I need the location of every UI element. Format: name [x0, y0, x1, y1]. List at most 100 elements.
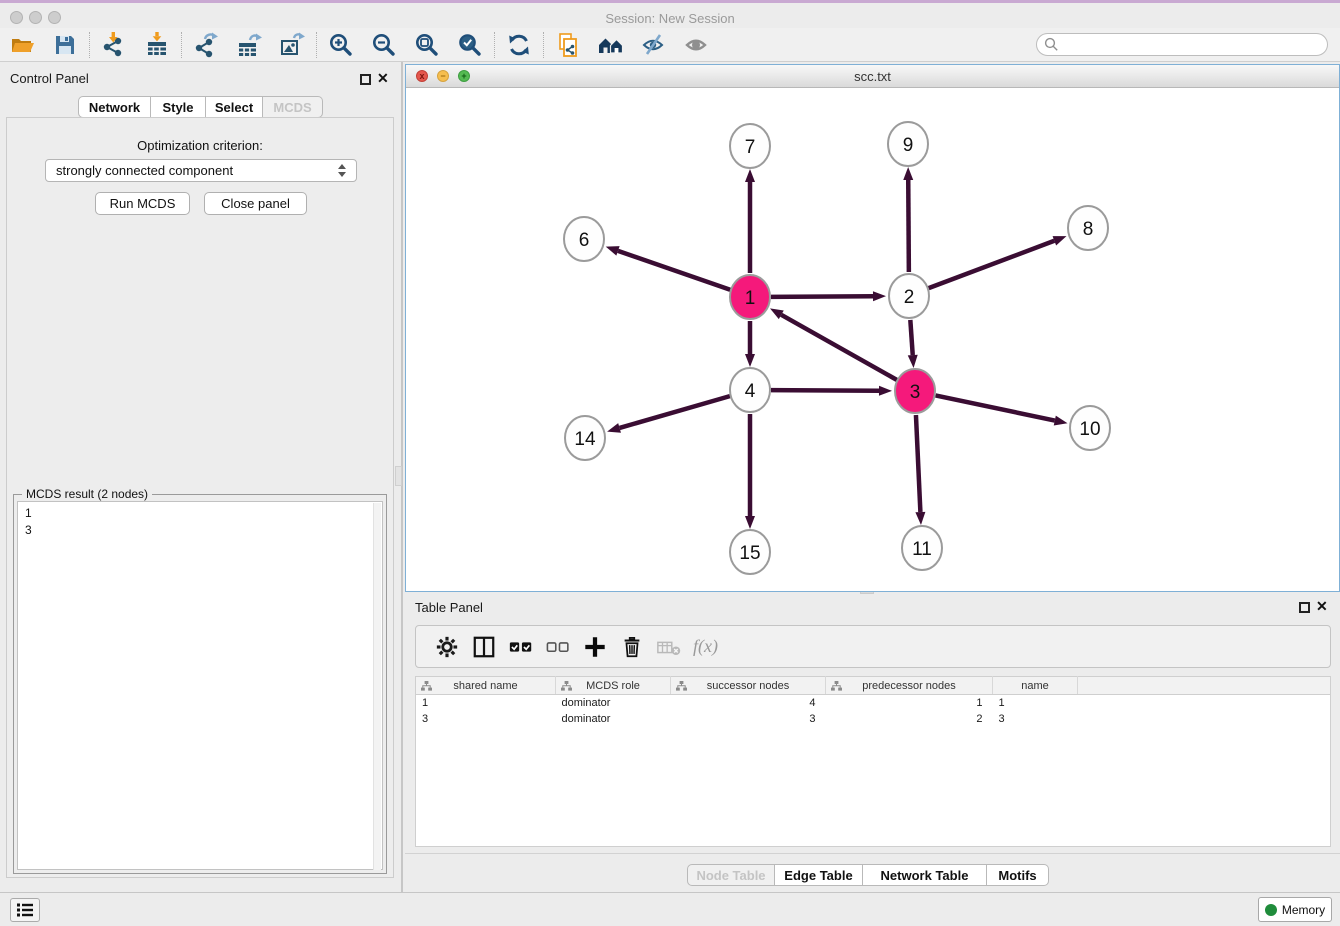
- mcds-result-textarea[interactable]: 1 3: [17, 501, 383, 870]
- table-panel-close-button[interactable]: ✕: [1316, 601, 1328, 612]
- graph-edge-3-10[interactable]: [936, 395, 1055, 420]
- node-table: shared name MCDS role successor nodes pr…: [415, 676, 1331, 847]
- float-icon: [1299, 602, 1310, 613]
- network-window-titlebar[interactable]: x − + scc.txt: [406, 65, 1339, 88]
- delete-column-button[interactable]: [613, 630, 650, 664]
- zoom-selected-button[interactable]: [453, 30, 487, 60]
- new-network-document-icon: [555, 32, 581, 58]
- deselect-all-columns-button[interactable]: [539, 630, 576, 664]
- graph-edge-2-3[interactable]: [910, 320, 912, 355]
- tab-mcds[interactable]: MCDS: [263, 96, 323, 118]
- unchecked-boxes-icon: [545, 635, 571, 659]
- new-network-from-selection-button[interactable]: [551, 30, 585, 60]
- zoom-out-button[interactable]: [367, 30, 401, 60]
- optimization-criterion-label: Optimization criterion:: [7, 138, 393, 153]
- column-header-name[interactable]: name: [993, 677, 1078, 695]
- zoom-fit-button[interactable]: [410, 30, 444, 60]
- add-column-button[interactable]: [576, 630, 613, 664]
- column-header-shared-name[interactable]: shared name: [416, 677, 556, 695]
- graph-edge-3-1[interactable]: [781, 315, 896, 380]
- tab-node-table[interactable]: Node Table: [687, 864, 775, 886]
- graph-node-label: 11: [912, 539, 932, 560]
- graph-node-label: 9: [903, 135, 914, 156]
- refresh-icon: [506, 32, 532, 58]
- eye-icon: [684, 32, 710, 58]
- graph-edge-arrowhead: [1054, 416, 1068, 426]
- control-panel-float-button[interactable]: [360, 74, 371, 85]
- search-input[interactable]: [1036, 33, 1328, 56]
- mcds-result-group: MCDS result (2 nodes) 1 3: [13, 494, 387, 874]
- network-graph[interactable]: 7968124314101511: [406, 88, 1339, 591]
- graph-edge-4-3[interactable]: [771, 390, 879, 391]
- open-session-button[interactable]: [5, 30, 39, 60]
- control-panel-close-button[interactable]: ✕: [377, 73, 389, 84]
- toggle-panels-button[interactable]: [465, 630, 502, 664]
- graph-edge-2-8[interactable]: [929, 241, 1055, 288]
- table-settings-button[interactable]: [428, 630, 465, 664]
- graph-node-label: 2: [904, 287, 915, 308]
- graph-edge-2-9[interactable]: [908, 180, 909, 272]
- delete-table-button[interactable]: [650, 630, 687, 664]
- import-network-icon: [101, 32, 127, 58]
- graph-edge-1-2[interactable]: [771, 296, 873, 297]
- network-window-title: scc.txt: [406, 69, 1339, 84]
- import-network-button[interactable]: [97, 30, 131, 60]
- delete-table-icon: [656, 635, 682, 659]
- criterion-dropdown-value: strongly connected component: [56, 163, 233, 178]
- tab-select[interactable]: Select: [206, 96, 263, 118]
- tree-icon: [831, 681, 842, 691]
- vertical-splitter-grip[interactable]: [395, 466, 402, 486]
- graph-edge-arrowhead: [606, 246, 620, 255]
- show-all-button[interactable]: [680, 30, 714, 60]
- tab-network[interactable]: Network: [78, 96, 151, 118]
- graph-edge-arrowhead: [745, 169, 755, 182]
- save-session-button[interactable]: [48, 30, 82, 60]
- column-header-successor-nodes[interactable]: successor nodes: [671, 677, 826, 695]
- result-line: 1: [25, 505, 382, 522]
- mcds-result-legend: MCDS result (2 nodes): [22, 487, 152, 501]
- tree-icon: [561, 681, 572, 691]
- hide-selected-button[interactable]: [637, 30, 671, 60]
- table-panel-float-button[interactable]: [1299, 602, 1310, 613]
- column-header-predecessor-nodes[interactable]: predecessor nodes: [826, 677, 993, 695]
- close-panel-button[interactable]: Close panel: [204, 192, 307, 215]
- select-all-columns-button[interactable]: [502, 630, 539, 664]
- criterion-dropdown[interactable]: strongly connected component: [45, 159, 357, 182]
- export-table-button[interactable]: [232, 30, 266, 60]
- zoom-fit-icon: [414, 32, 440, 58]
- graph-edge-3-11[interactable]: [916, 415, 920, 512]
- table-row[interactable]: 3 dominator 3 2 3: [416, 711, 1331, 727]
- tab-style[interactable]: Style: [151, 96, 206, 118]
- toolbar-separator: [494, 32, 495, 58]
- list-icon: [16, 902, 34, 918]
- column-header-mcds-role[interactable]: MCDS role: [556, 677, 671, 695]
- table-row[interactable]: 1 dominator 4 1 1: [416, 695, 1331, 711]
- result-scrollbar[interactable]: [373, 503, 381, 870]
- run-mcds-button[interactable]: Run MCDS: [95, 192, 190, 215]
- graph-edge-arrowhead: [607, 423, 621, 433]
- nested-networks-button[interactable]: [594, 30, 628, 60]
- import-table-button[interactable]: [140, 30, 174, 60]
- export-image-button[interactable]: [275, 30, 309, 60]
- graph-edge-4-14[interactable]: [620, 396, 730, 428]
- graph-node-label: 4: [745, 381, 756, 402]
- graph-edge-arrowhead: [1053, 236, 1067, 245]
- zoom-in-button[interactable]: [324, 30, 358, 60]
- function-builder-button[interactable]: f(x): [687, 630, 724, 664]
- memory-label: Memory: [1282, 903, 1325, 917]
- graph-node-label: 7: [745, 137, 756, 158]
- toolbar-separator: [89, 32, 90, 58]
- graph-edge-1-6[interactable]: [618, 251, 730, 290]
- tab-network-table[interactable]: Network Table: [863, 864, 987, 886]
- open-folder-icon: [9, 32, 35, 58]
- graph-edge-arrowhead: [915, 512, 925, 525]
- tab-edge-table[interactable]: Edge Table: [775, 864, 863, 886]
- apply-layout-button[interactable]: [502, 30, 536, 60]
- memory-button[interactable]: Memory: [1258, 897, 1332, 922]
- gear-icon: [435, 635, 459, 659]
- fx-icon: f(x): [693, 636, 718, 657]
- task-history-button[interactable]: [10, 898, 40, 922]
- tab-motifs[interactable]: Motifs: [987, 864, 1049, 886]
- houses-icon: [597, 32, 625, 58]
- export-network-button[interactable]: [189, 30, 223, 60]
